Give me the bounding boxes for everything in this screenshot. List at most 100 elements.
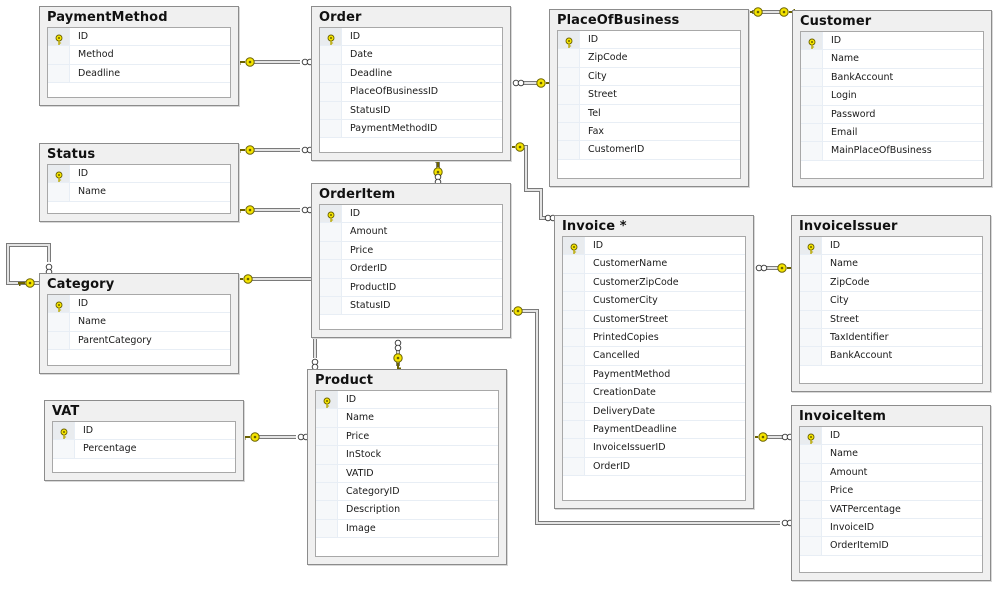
row-selector[interactable] bbox=[320, 205, 342, 223]
row-selector[interactable] bbox=[316, 519, 338, 538]
row-selector[interactable] bbox=[320, 28, 342, 46]
row-selector[interactable] bbox=[800, 482, 822, 500]
row-selector[interactable] bbox=[48, 28, 70, 46]
column-row[interactable]: ZipCode bbox=[558, 49, 740, 68]
row-selector[interactable] bbox=[563, 292, 585, 310]
row-selector[interactable] bbox=[800, 347, 822, 365]
row-selector[interactable] bbox=[558, 122, 580, 141]
table-placeofbusiness[interactable]: PlaceOfBusiness ID ZipCode City Street Tel Fax… bbox=[549, 9, 749, 187]
column-row[interactable]: ID bbox=[320, 28, 502, 47]
row-selector[interactable] bbox=[563, 273, 585, 292]
table-order[interactable]: Order ID Date Deadline PlaceOfBusinessID Stat… bbox=[311, 6, 511, 161]
column-row[interactable]: Password bbox=[801, 105, 983, 124]
row-selector[interactable] bbox=[558, 104, 580, 122]
column-row[interactable]: Street bbox=[800, 310, 982, 329]
column-row[interactable]: ID bbox=[48, 295, 230, 314]
column-row[interactable]: Description bbox=[316, 501, 498, 520]
column-row[interactable]: ID bbox=[320, 205, 502, 224]
row-selector[interactable] bbox=[320, 46, 342, 64]
row-selector[interactable] bbox=[320, 278, 342, 296]
column-row[interactable]: Name bbox=[800, 255, 982, 274]
row-selector[interactable] bbox=[801, 87, 823, 105]
row-selector[interactable] bbox=[563, 365, 585, 384]
column-row[interactable]: Amount bbox=[320, 223, 502, 242]
column-row[interactable]: CustomerZipCode bbox=[563, 273, 745, 293]
row-selector[interactable] bbox=[800, 273, 822, 292]
row-selector[interactable] bbox=[320, 241, 342, 260]
column-row[interactable]: OrderID bbox=[320, 260, 502, 279]
column-row[interactable]: ID bbox=[801, 32, 983, 51]
column-row[interactable]: InvoiceID bbox=[800, 518, 982, 538]
column-row[interactable]: CustomerStreet bbox=[563, 310, 745, 329]
column-row[interactable]: MainPlaceOfBusiness bbox=[801, 142, 983, 161]
row-selector[interactable] bbox=[48, 46, 70, 64]
table-category[interactable]: Category ID Name ParentCategory bbox=[39, 273, 239, 374]
column-row[interactable]: TaxIdentifier bbox=[800, 328, 982, 348]
column-row[interactable]: Price bbox=[320, 241, 502, 261]
column-row[interactable]: Deadline bbox=[48, 64, 230, 84]
row-selector[interactable] bbox=[558, 49, 580, 67]
column-row[interactable]: PlaceOfBusinessID bbox=[320, 83, 502, 102]
row-selector[interactable] bbox=[316, 391, 338, 409]
column-row[interactable]: Price bbox=[800, 482, 982, 501]
table-invoice[interactable]: Invoice * ID CustomerName CustomerZipCode Cu… bbox=[554, 215, 754, 509]
table-paymentmethod[interactable]: PaymentMethod ID Method Deadline bbox=[39, 6, 239, 106]
column-row[interactable]: VATPercentage bbox=[800, 500, 982, 519]
column-row[interactable]: Date bbox=[320, 46, 502, 65]
table-status[interactable]: Status ID Name bbox=[39, 143, 239, 222]
table-vat[interactable]: VAT ID Percentage bbox=[44, 400, 244, 481]
row-selector[interactable] bbox=[48, 313, 70, 331]
row-selector[interactable] bbox=[800, 292, 822, 310]
column-row[interactable]: PaymentMethod bbox=[563, 365, 745, 385]
row-selector[interactable] bbox=[801, 123, 823, 142]
table-invoiceitem[interactable]: InvoiceItem ID Name Amount Price VATPercentag… bbox=[791, 405, 991, 581]
row-selector[interactable] bbox=[800, 518, 822, 537]
column-row[interactable]: Cancelled bbox=[563, 347, 745, 366]
column-row[interactable]: StatusID bbox=[320, 101, 502, 120]
column-row[interactable]: Price bbox=[316, 427, 498, 447]
row-selector[interactable] bbox=[48, 295, 70, 313]
row-selector[interactable] bbox=[320, 64, 342, 83]
row-selector[interactable] bbox=[558, 67, 580, 86]
row-selector[interactable] bbox=[320, 223, 342, 241]
table-orderitem[interactable]: OrderItem ID Amount Price OrderID ProductID St… bbox=[311, 183, 511, 338]
row-selector[interactable] bbox=[800, 537, 822, 555]
column-row[interactable]: ID bbox=[558, 31, 740, 50]
row-selector[interactable] bbox=[558, 31, 580, 49]
table-product[interactable]: Product ID Name Price InStock VATID CategoryID… bbox=[307, 369, 507, 565]
column-row[interactable]: Login bbox=[801, 87, 983, 106]
column-row[interactable]: ParentCategory bbox=[48, 331, 230, 351]
column-row[interactable]: InvoiceIssuerID bbox=[563, 439, 745, 458]
row-selector[interactable] bbox=[48, 64, 70, 83]
column-row[interactable]: Fax bbox=[558, 122, 740, 142]
table-customer[interactable]: Customer ID Name BankAccount Login Password Em… bbox=[792, 10, 992, 187]
column-row[interactable]: CustomerName bbox=[563, 255, 745, 274]
column-row[interactable]: ID bbox=[48, 28, 230, 47]
column-row[interactable]: ID bbox=[800, 427, 982, 446]
row-selector[interactable] bbox=[800, 237, 822, 255]
column-row[interactable]: ID bbox=[48, 165, 230, 184]
row-selector[interactable] bbox=[316, 446, 338, 464]
row-selector[interactable] bbox=[320, 296, 342, 315]
row-selector[interactable] bbox=[563, 439, 585, 457]
row-selector[interactable] bbox=[800, 500, 822, 518]
column-row[interactable]: Name bbox=[48, 313, 230, 332]
column-row[interactable]: Percentage bbox=[53, 440, 235, 459]
row-selector[interactable] bbox=[316, 501, 338, 519]
row-selector[interactable] bbox=[563, 255, 585, 273]
column-row[interactable]: Name bbox=[800, 445, 982, 464]
row-selector[interactable] bbox=[801, 68, 823, 87]
row-selector[interactable] bbox=[53, 422, 75, 440]
column-row[interactable]: ProductID bbox=[320, 278, 502, 297]
column-row[interactable]: DeliveryDate bbox=[563, 402, 745, 421]
row-selector[interactable] bbox=[320, 101, 342, 119]
column-row[interactable]: Deadline bbox=[320, 64, 502, 84]
column-row[interactable]: BankAccount bbox=[800, 347, 982, 366]
column-row[interactable]: City bbox=[558, 67, 740, 87]
row-selector[interactable] bbox=[320, 119, 342, 138]
row-selector[interactable] bbox=[320, 83, 342, 101]
column-row[interactable]: CategoryID bbox=[316, 482, 498, 502]
column-row[interactable]: PaymentMethodID bbox=[320, 119, 502, 139]
column-row[interactable]: StatusID bbox=[320, 296, 502, 316]
row-selector[interactable] bbox=[801, 32, 823, 50]
